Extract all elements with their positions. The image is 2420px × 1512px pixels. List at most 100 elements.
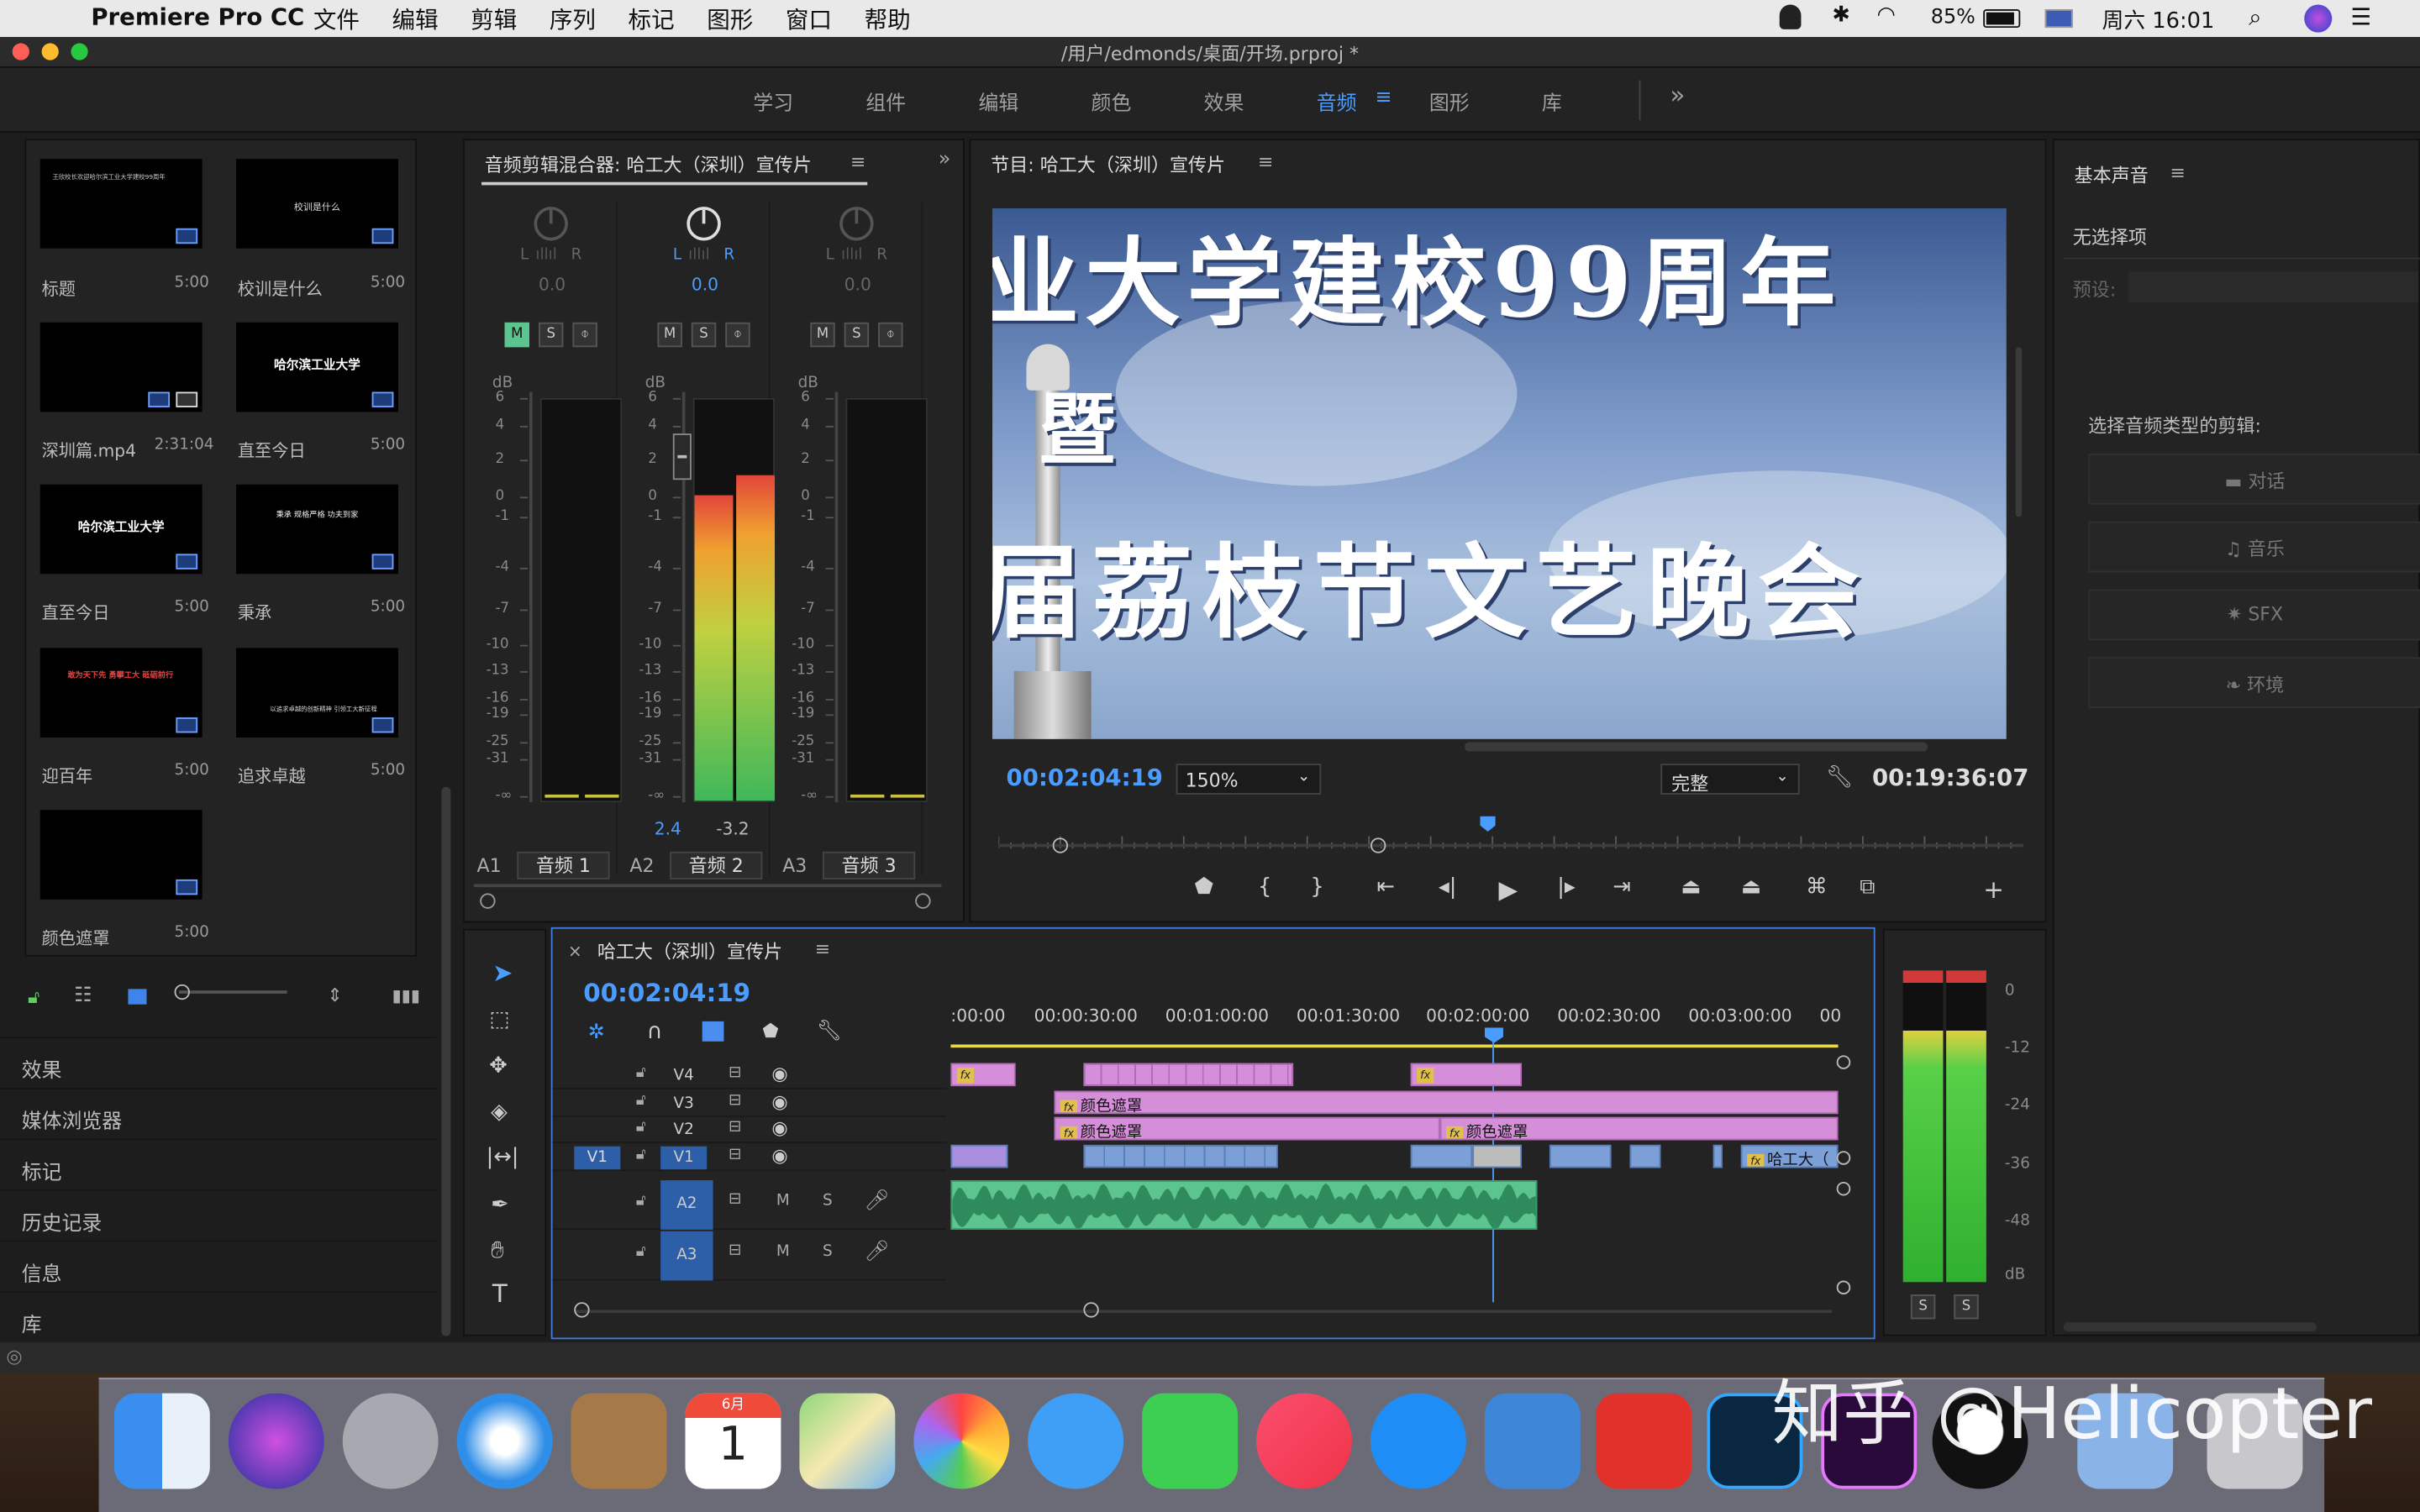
bin-item-thumbnail[interactable]: 秉承 规格严格 功夫到家 xyxy=(236,484,398,575)
go-to-out-icon[interactable]: ⇥ xyxy=(1612,874,1631,899)
scroll-handle-left[interactable] xyxy=(480,893,496,909)
photos-icon[interactable] xyxy=(913,1393,1010,1489)
fader-handle[interactable] xyxy=(672,433,692,480)
selection-tool-icon[interactable]: ➤ xyxy=(492,958,513,988)
safari-icon[interactable] xyxy=(456,1393,553,1489)
menu-sequence[interactable]: 序列 xyxy=(550,3,596,36)
v-scroll-handle[interactable] xyxy=(1836,1055,1851,1069)
bin-item-thumbnail[interactable] xyxy=(39,810,203,900)
track-target[interactable]: V2 xyxy=(660,1119,707,1142)
pan-knob[interactable] xyxy=(839,207,874,241)
track-mute-button[interactable]: M xyxy=(776,1193,790,1210)
timeline-ruler[interactable]: :00:00 00:00:30:00 00:01:00:00 00:01:30:… xyxy=(950,1003,1841,1049)
add-marker-icon[interactable]: ⬟ xyxy=(762,1020,778,1042)
sync-lock-icon[interactable]: ⊟ xyxy=(729,1242,741,1259)
bin-item-thumbnail[interactable]: 校训是什么 xyxy=(236,159,398,249)
eye-icon[interactable]: ◉ xyxy=(771,1117,787,1139)
record-write-button[interactable]: ⌽ xyxy=(572,322,597,348)
sync-lock-icon[interactable]: ⊟ xyxy=(729,1191,741,1208)
clip-v1[interactable] xyxy=(1629,1144,1661,1168)
solo-button[interactable]: S xyxy=(844,322,870,348)
essential-sound-title[interactable]: 基本声音 xyxy=(2075,162,2149,188)
menu-help[interactable]: 帮助 xyxy=(865,3,911,36)
monitor-v-scrollbar[interactable] xyxy=(2015,347,2023,517)
workspace-tab-learning[interactable]: 学习 xyxy=(753,87,793,116)
workspace-overflow-button[interactable]: » xyxy=(1670,81,1685,110)
flag-icon[interactable] xyxy=(2044,9,2073,29)
sync-lock-icon[interactable]: ⊟ xyxy=(729,1064,741,1081)
track-target[interactable]: A3 xyxy=(660,1231,713,1281)
workspace-tab-editing[interactable]: 编辑 xyxy=(978,87,1018,116)
clip-v2-color-matte[interactable]: fx 颜色遮罩 xyxy=(1439,1116,1839,1141)
settings-wrench-icon[interactable]: 🔧︎ xyxy=(1826,765,1854,790)
ripple-edit-tool-icon[interactable]: ✥ xyxy=(489,1053,508,1078)
razor-tool-icon[interactable]: ◈ xyxy=(491,1100,508,1125)
clip-v1-labeled[interactable]: fx 哈工大（ xyxy=(1740,1144,1839,1168)
essential-sound-scrollbar[interactable] xyxy=(2063,1322,2317,1332)
close-window-button[interactable] xyxy=(12,43,29,60)
nav-libraries[interactable]: 库 xyxy=(0,1291,437,1341)
fader-track[interactable] xyxy=(529,391,533,803)
zoom-window-button[interactable] xyxy=(71,43,88,60)
finder-icon[interactable] xyxy=(113,1393,210,1489)
comparison-view-icon[interactable]: ⧉ xyxy=(1860,874,1875,899)
menu-window[interactable]: 窗口 xyxy=(786,3,832,36)
timeline-title[interactable]: 哈工大（深圳）宣传片 xyxy=(597,938,782,964)
bin-item-thumbnail[interactable]: 哈尔滨工业大学 xyxy=(236,322,398,412)
channel-name[interactable]: 音频 2 xyxy=(670,851,763,879)
snap-magnet-icon[interactable]: ∩ xyxy=(647,1020,663,1044)
track-mute-button[interactable]: M xyxy=(776,1243,790,1260)
siri-icon[interactable] xyxy=(2304,4,2333,33)
zoom-slider-handle[interactable] xyxy=(174,984,190,1000)
voiceover-mic-icon[interactable]: 🎤︎ xyxy=(865,1189,890,1213)
creative-cloud-icon[interactable]: ◎ xyxy=(6,1346,22,1368)
extract-icon[interactable]: ⏏ xyxy=(1741,874,1761,899)
export-frame-camera-icon[interactable]: ⌘ xyxy=(1806,874,1828,899)
close-tab-icon[interactable]: × xyxy=(568,941,582,961)
lift-icon[interactable]: ⏏ xyxy=(1681,874,1701,899)
type-button-ambience[interactable]: ❧ 环境 xyxy=(2088,657,2420,709)
step-back-icon[interactable]: ◂| xyxy=(1439,874,1457,899)
pan-value[interactable]: 0.0 xyxy=(539,275,566,295)
timeline-h-scrollbar[interactable] xyxy=(574,1310,1833,1314)
v-scroll-handle[interactable] xyxy=(1836,1181,1851,1196)
h-scroll-handle[interactable] xyxy=(1083,1302,1099,1318)
clip-v4-group[interactable] xyxy=(1083,1063,1294,1087)
facetime-icon[interactable] xyxy=(1142,1393,1239,1489)
type-button-music[interactable]: ♫ 音乐 xyxy=(2088,521,2420,573)
menu-edit[interactable]: 编辑 xyxy=(392,3,439,36)
preset-select[interactable] xyxy=(2128,271,2419,303)
list-view-icon[interactable]: ☷ xyxy=(74,984,92,1008)
solo-left-button[interactable]: S xyxy=(1910,1294,1936,1320)
solo-right-button[interactable]: S xyxy=(1954,1294,1979,1320)
clip-v1-group[interactable] xyxy=(1083,1144,1278,1168)
record-write-button[interactable]: ⌽ xyxy=(878,322,903,348)
v-scroll-handle[interactable] xyxy=(1836,1280,1851,1295)
minimize-window-button[interactable] xyxy=(41,43,59,60)
messages-icon[interactable] xyxy=(1028,1393,1124,1489)
xcode-icon[interactable] xyxy=(1484,1393,1581,1489)
timeline-timecode[interactable]: 00:02:04:19 xyxy=(583,978,750,1007)
time-ruler[interactable] xyxy=(997,826,2023,849)
track-lock-icon[interactable]: 🔓︎ xyxy=(636,1193,646,1210)
track-solo-button[interactable]: S xyxy=(823,1243,833,1260)
bin-item-thumbnail[interactable]: 哈尔滨工业大学 xyxy=(39,484,203,575)
workspace-tab-color[interactable]: 颜色 xyxy=(1092,87,1132,116)
battery-icon[interactable] xyxy=(1983,9,2021,29)
lock-icon[interactable]: 🔓︎ xyxy=(28,986,39,1010)
go-to-in-icon[interactable]: ⇤ xyxy=(1376,874,1395,899)
type-button-sfx[interactable]: ✷ SFX xyxy=(2088,589,2420,641)
workspace-tab-graphics[interactable]: 图形 xyxy=(1429,87,1470,116)
nav-info[interactable]: 信息 xyxy=(0,1240,437,1290)
workspace-tab-audio[interactable]: 音频 xyxy=(1317,87,1357,116)
panel-overflow-icon[interactable]: » xyxy=(939,148,951,171)
clip-v2-color-matte[interactable]: fx 颜色遮罩 xyxy=(1054,1116,1440,1141)
pan-value[interactable]: 0.0 xyxy=(692,275,718,295)
menu-graphics[interactable]: 图形 xyxy=(707,3,753,36)
solo-button[interactable]: S xyxy=(691,322,717,348)
solo-button[interactable]: S xyxy=(539,322,564,348)
slip-tool-icon[interactable]: |↔| xyxy=(487,1145,519,1169)
type-tool-icon[interactable]: T xyxy=(492,1279,508,1309)
calendar-icon[interactable]: 6月 1 xyxy=(685,1393,781,1489)
track-lock-icon[interactable]: 🔓︎ xyxy=(636,1092,646,1109)
